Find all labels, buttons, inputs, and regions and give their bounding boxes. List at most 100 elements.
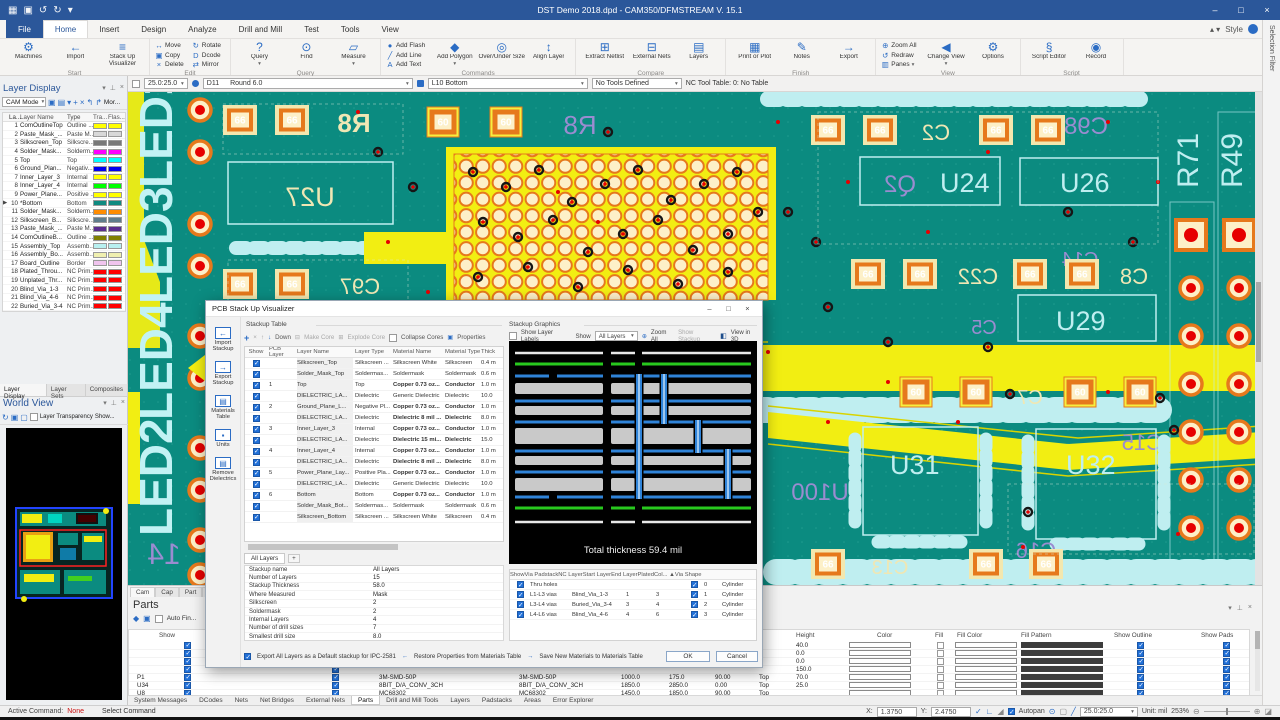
dialog-control-button[interactable]: –: [701, 304, 718, 313]
layer-show-checkbox[interactable]: [253, 514, 260, 521]
panel-icon[interactable]: ⊥: [110, 84, 116, 92]
via-show-checkbox[interactable]: [517, 611, 524, 618]
layer-transparency-checkbox[interactable]: [30, 413, 38, 421]
stackup-row[interactable]: 3 Inner_Layer_3 Internal Copper 0.73 oz.…: [245, 424, 503, 435]
ribbon-small-button[interactable]: ▣ Copy: [153, 51, 188, 61]
layer-row[interactable]: 6 Ground_Plan... Negativ...: [3, 165, 125, 174]
layer-show-checkbox[interactable]: [253, 393, 260, 400]
tab-file[interactable]: File: [6, 20, 43, 38]
help-icon[interactable]: [1248, 24, 1258, 34]
dialog-control-button[interactable]: ×: [739, 304, 756, 313]
layer-color-swatch[interactable]: [93, 252, 107, 258]
explode-core-button[interactable]: Explode Core: [348, 334, 386, 341]
left-panel-tab[interactable]: Layer Display: [0, 384, 47, 396]
layer-color-swatch[interactable]: [93, 140, 107, 146]
bottom-tab[interactable]: Parts: [351, 696, 380, 705]
fill-pattern-bar[interactable]: [1021, 666, 1103, 672]
layer-color-swatch[interactable]: [93, 277, 107, 283]
layer-combo[interactable]: L10 Bottom▾: [428, 78, 588, 89]
color-swatch[interactable]: [849, 642, 911, 648]
fill-pattern-bar[interactable]: [1021, 658, 1103, 664]
show-outline-checkbox[interactable]: [1137, 658, 1144, 665]
add-stackup-tab[interactable]: +: [288, 554, 300, 563]
origin-icon[interactable]: ⊙: [1049, 707, 1056, 716]
ribbon-big-button[interactable]: ? Query ▾: [236, 40, 283, 67]
panel-icon[interactable]: ▾: [1228, 604, 1232, 612]
ribbon-big-button[interactable]: ⊙ Find: [283, 40, 330, 67]
layer-row[interactable]: 16 Assembly_Bo... Assemb...: [3, 251, 125, 260]
layer-row[interactable]: 12 Silkscreen_B... Silkscre...: [3, 217, 125, 226]
ribbon-big-button[interactable]: ◆ Add Polygon ▾: [431, 40, 478, 67]
fill-checkbox[interactable]: [937, 666, 944, 673]
layer-flash-swatch[interactable]: [108, 252, 122, 258]
ribbon-small-button[interactable]: ⇄ Mirror: [190, 60, 225, 70]
layer-color-swatch[interactable]: [93, 123, 107, 129]
layer-row[interactable]: 17 Board_Outline Border: [3, 260, 125, 269]
layer-row[interactable]: 9 Power_Plane... Positive ...: [3, 191, 125, 200]
ribbon-tab[interactable]: Analyze: [177, 20, 227, 38]
ribbon-big-button[interactable]: ⊞ Extract Netlist: [581, 40, 628, 61]
style-selector[interactable]: Style: [1225, 25, 1243, 34]
restore-properties-button[interactable]: Restore Properties from Materials Table: [414, 653, 521, 660]
layer-show-checkbox[interactable]: [253, 426, 260, 433]
layer-row[interactable]: 4 Solder_Mask... Solderm...: [3, 148, 125, 157]
via-plated-checkbox[interactable]: [691, 611, 698, 618]
via-show-checkbox[interactable]: [517, 591, 524, 598]
layer-flash-swatch[interactable]: [108, 123, 122, 129]
ribbon-big-button[interactable]: ◉ Record: [1073, 40, 1120, 61]
ribbon-tab[interactable]: Drill and Mill: [228, 20, 294, 38]
layer-show-checkbox[interactable]: [253, 360, 260, 367]
save-materials-button[interactable]: Save New Materials to Materials Table: [539, 653, 643, 660]
layer-show-checkbox[interactable]: [253, 492, 260, 499]
auto-fit-checkbox[interactable]: [155, 615, 163, 623]
left-panel-tab[interactable]: Layer Sets: [47, 384, 86, 396]
via-show-checkbox[interactable]: [517, 601, 524, 608]
layer-color-swatch[interactable]: [93, 235, 107, 241]
stackup-row[interactable]: 6 Bottom Bottom Copper 0.73 oz... Conduc…: [245, 490, 503, 501]
panel-icon[interactable]: ▾: [103, 399, 107, 407]
parts-row[interactable]: P1 3M-SMD-50P 3M-SMD-50P 1000.0 175.0 90…: [129, 674, 1249, 682]
layer-flash-swatch[interactable]: [108, 217, 122, 223]
layer-row[interactable]: 18 Plated_Throu... NC Prim...: [3, 268, 125, 277]
collapse-arrows[interactable]: ▴ ▾: [1210, 25, 1220, 34]
via-row[interactable]: Thru holes 0 Cylinder: [510, 580, 756, 590]
quick-access-icon[interactable]: ↺: [39, 5, 47, 16]
show-checkbox[interactable]: [184, 658, 191, 665]
layer-color-swatch[interactable]: [93, 200, 107, 206]
layer-row[interactable]: 13 Paste_Mask_... Paste M...: [3, 225, 125, 234]
layer-tool-icon[interactable]: ↱: [95, 98, 102, 107]
autopan-checkbox[interactable]: [1008, 708, 1015, 715]
ribbon-big-button[interactable]: ⚙ Options: [970, 40, 1017, 67]
bottom-tab[interactable]: Error Explorer: [547, 696, 599, 705]
stackup-table-scrollbar[interactable]: [244, 544, 504, 550]
panel-icon[interactable]: ⊥: [1237, 604, 1243, 612]
ribbon-small-button[interactable]: ↻ Rotate: [190, 41, 225, 51]
stackup-row[interactable]: DIELECTRIC_LA... Dielectric Dielectric 1…: [245, 435, 503, 446]
layer-color-swatch[interactable]: [93, 192, 107, 198]
layer-color-swatch[interactable]: [93, 149, 107, 155]
quick-access-icon[interactable]: ▣: [23, 5, 32, 16]
ribbon-tab[interactable]: Design: [130, 20, 177, 38]
show-layer-labels-checkbox[interactable]: [509, 332, 517, 340]
ribbon-big-button[interactable]: ◎ Over/Under Size: [478, 40, 525, 67]
window-control-button[interactable]: □: [1228, 0, 1254, 20]
fill-checkbox[interactable]: [937, 682, 944, 689]
ribbon-small-button[interactable]: ▥ Panes ▾: [879, 60, 920, 70]
measure-icon[interactable]: ╱: [1071, 707, 1076, 716]
sidebar-button[interactable]: ← Import Stackup: [206, 327, 241, 352]
show-outline-checkbox[interactable]: [1137, 666, 1144, 673]
layer-flash-swatch[interactable]: [108, 243, 122, 249]
show-checkbox[interactable]: [184, 666, 191, 673]
x-coordinate[interactable]: 1.3750: [877, 707, 917, 717]
ribbon-small-button[interactable]: × Delete: [153, 60, 188, 70]
ribbon-small-button[interactable]: ⊕ Zoom All: [879, 41, 920, 51]
layer-color-swatch[interactable]: [93, 174, 107, 180]
ribbon-tab[interactable]: Insert: [88, 20, 130, 38]
via-row[interactable]: L4-L6 vias Blind_Via_4-6 4 6 3 Cylinder: [510, 610, 756, 620]
ribbon-big-button[interactable]: ↕ Align Layer: [525, 40, 572, 67]
layer-color-swatch[interactable]: [93, 217, 107, 223]
show-outline-checkbox[interactable]: [1137, 682, 1144, 689]
color-swatch[interactable]: [849, 682, 911, 688]
layer-flash-swatch[interactable]: [108, 295, 122, 301]
ribbon-big-button[interactable]: → Export: [825, 40, 872, 61]
